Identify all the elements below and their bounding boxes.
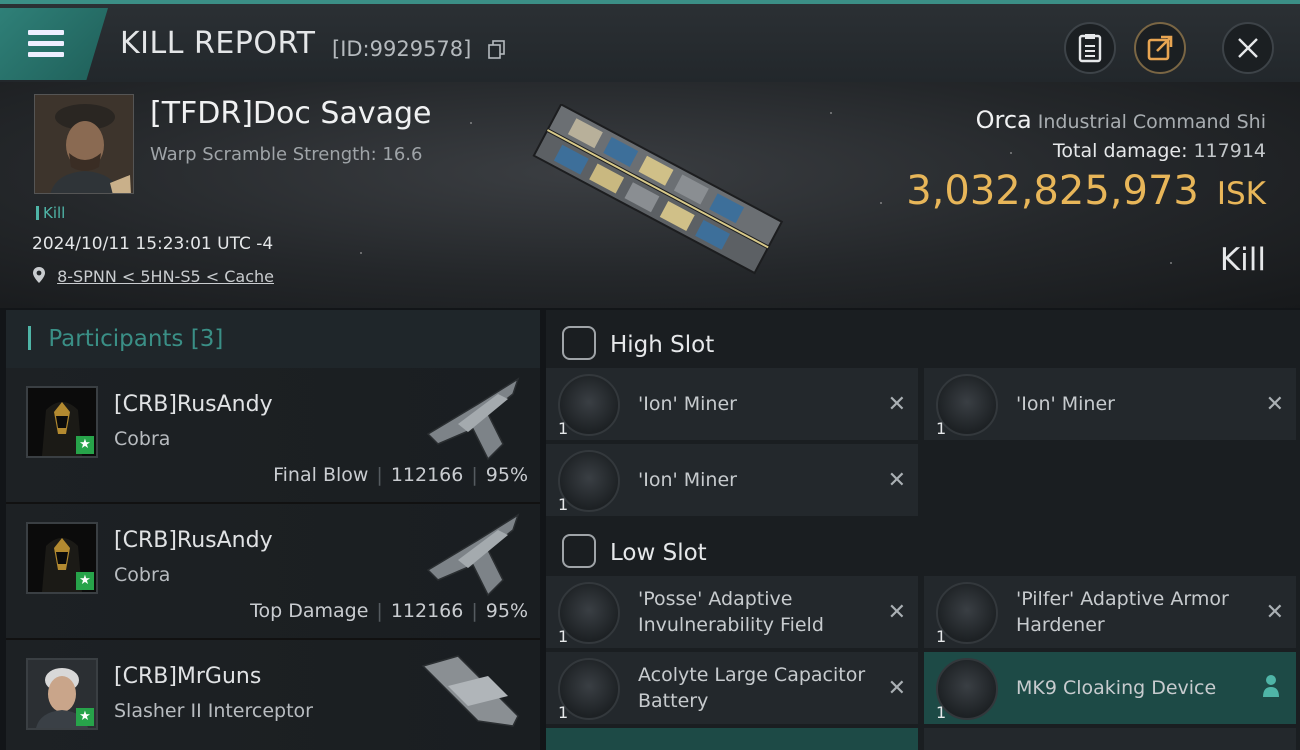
participant-ship-image bbox=[426, 513, 520, 597]
low-slot-label: Low Slot bbox=[610, 540, 707, 566]
dropped-person-icon bbox=[1263, 675, 1279, 697]
module-name: 'Ion' Miner bbox=[1016, 393, 1115, 415]
high-slot-icon bbox=[562, 326, 596, 360]
module-slot-partial[interactable] bbox=[546, 728, 918, 750]
module-quantity: 1 bbox=[936, 627, 947, 646]
participant-damage: 112166 bbox=[390, 464, 464, 486]
destroyed-x-icon: ✕ bbox=[887, 392, 906, 417]
module-slot-partial[interactable] bbox=[924, 728, 1296, 750]
participant-row[interactable]: ★ [CRB]RusAndy Cobra Top Damage | 112166 | 9… bbox=[6, 504, 540, 640]
participant-ship-image bbox=[426, 377, 520, 461]
total-damage-value: 117914 bbox=[1193, 140, 1266, 162]
participant-avatar[interactable]: ★ bbox=[26, 386, 98, 458]
participant-percent: 95% bbox=[485, 600, 528, 622]
module-slot[interactable]: 1 MK9 Cloaking Device bbox=[924, 652, 1296, 724]
module-slot[interactable]: 1 'Ion' Miner ✕ bbox=[924, 368, 1296, 440]
victim-ship: Orca Industrial Command Shi bbox=[976, 106, 1266, 134]
warp-scramble-strength: Warp Scramble Strength: 16.6 bbox=[150, 144, 423, 165]
participant-name[interactable]: [CRB]RusAndy bbox=[114, 392, 273, 417]
participant-ship: Cobra bbox=[114, 428, 171, 450]
isk-unit: ISK bbox=[1216, 176, 1266, 212]
share-icon bbox=[1147, 35, 1173, 61]
kill-timestamp: 2024/10/11 15:23:01 UTC -4 bbox=[32, 234, 274, 254]
star-badge-icon: ★ bbox=[76, 572, 94, 590]
header-bar: KILL REPORT [ID:9929578] bbox=[0, 0, 1300, 82]
participant-stats: Final Blow | 112166 | 95% bbox=[273, 464, 528, 486]
module-slot[interactable]: 1 'Ion' Miner ✕ bbox=[546, 444, 918, 516]
participant-avatar[interactable]: ★ bbox=[26, 658, 98, 730]
copy-icon[interactable] bbox=[488, 40, 506, 60]
result-label: Kill bbox=[1219, 242, 1266, 278]
module-name: MK9 Cloaking Device bbox=[1016, 677, 1217, 699]
participant-ship: Cobra bbox=[114, 564, 171, 586]
destroyed-x-icon: ✕ bbox=[887, 600, 906, 625]
report-id: [ID:9929578] bbox=[332, 37, 472, 61]
total-damage: Total damage: 117914 bbox=[1053, 140, 1266, 162]
module-quantity: 1 bbox=[558, 627, 569, 646]
module-slot[interactable]: 1 'Ion' Miner ✕ bbox=[546, 368, 918, 440]
kill-type-tag: Kill bbox=[36, 204, 65, 222]
high-slot-label: High Slot bbox=[610, 332, 715, 358]
fitting-panel: High Slot 1 'Ion' Miner ✕ 1 'Ion' Miner … bbox=[546, 310, 1300, 750]
participant-ship-image bbox=[421, 655, 519, 727]
module-quantity: 1 bbox=[936, 703, 947, 722]
participant-role: Final Blow bbox=[273, 464, 369, 486]
high-slot-header: High Slot bbox=[546, 310, 1300, 370]
star-badge-icon: ★ bbox=[76, 436, 94, 454]
module-quantity: 1 bbox=[558, 419, 569, 438]
participants-label: Participants bbox=[48, 326, 184, 352]
participant-damage: 112166 bbox=[390, 600, 464, 622]
participant-role: Top Damage bbox=[250, 600, 369, 622]
destroyed-x-icon: ✕ bbox=[1265, 392, 1284, 417]
destroyed-x-icon: ✕ bbox=[887, 676, 906, 701]
participant-stats: Top Damage | 112166 | 95% bbox=[250, 600, 528, 622]
map-pin-icon bbox=[33, 267, 45, 283]
kill-banner: [TFDR]Doc Savage Warp Scramble Strength:… bbox=[0, 82, 1300, 308]
participants-count: [3] bbox=[190, 326, 224, 352]
participant-row[interactable]: ★ [CRB]MrGuns Slasher II Interceptor bbox=[6, 640, 540, 750]
participant-row[interactable]: ★ [CRB]RusAndy Cobra Final Blow | 112166 | 9… bbox=[6, 368, 540, 504]
low-slot-header: Low Slot bbox=[546, 518, 1300, 578]
kill-location[interactable]: 8-SPNN < 5HN-S5 < Cache bbox=[32, 266, 274, 286]
isk-value: 3,032,825,973 ISK bbox=[906, 168, 1266, 214]
module-name: 'Ion' Miner bbox=[638, 469, 737, 491]
module-name: 'Ion' Miner bbox=[638, 393, 737, 415]
location-link[interactable]: 8-SPNN < 5HN-S5 < Cache bbox=[57, 267, 274, 286]
victim-portrait[interactable] bbox=[34, 94, 134, 194]
participant-name[interactable]: [CRB]MrGuns bbox=[114, 664, 261, 689]
victim-ship-image bbox=[532, 104, 784, 275]
share-button[interactable] bbox=[1134, 22, 1186, 74]
ship-name[interactable]: Orca bbox=[976, 106, 1032, 134]
report-button[interactable] bbox=[1064, 22, 1116, 74]
page-title: KILL REPORT bbox=[120, 26, 316, 61]
participant-percent: 95% bbox=[485, 464, 528, 486]
hamburger-icon bbox=[28, 30, 64, 60]
module-slot[interactable]: 1 'Pilfer' Adaptive Armor Hardener ✕ bbox=[924, 576, 1296, 648]
menu-button[interactable] bbox=[0, 8, 108, 80]
close-button[interactable] bbox=[1222, 22, 1274, 74]
participant-name[interactable]: [CRB]RusAndy bbox=[114, 528, 273, 553]
close-icon bbox=[1238, 38, 1258, 58]
module-slot[interactable]: 1 'Posse' Adaptive Invulnerability Field… bbox=[546, 576, 918, 648]
total-damage-label: Total damage: bbox=[1053, 140, 1188, 162]
star-badge-icon: ★ bbox=[76, 708, 94, 726]
low-slot-icon bbox=[562, 534, 596, 568]
module-quantity: 1 bbox=[936, 419, 947, 438]
module-name: 'Posse' Adaptive Invulnerability Field bbox=[638, 588, 824, 636]
participant-ship: Slasher II Interceptor bbox=[114, 700, 313, 722]
module-slot[interactable]: 1 Acolyte Large Capacitor Battery ✕ bbox=[546, 652, 918, 724]
isk-amount: 3,032,825,973 bbox=[906, 168, 1199, 214]
ship-class: Industrial Command Shi bbox=[1037, 111, 1266, 133]
destroyed-x-icon: ✕ bbox=[887, 468, 906, 493]
participants-header[interactable]: Participants [3] bbox=[6, 310, 540, 368]
module-name: 'Pilfer' Adaptive Armor Hardener bbox=[1016, 588, 1229, 636]
module-quantity: 1 bbox=[558, 495, 569, 514]
module-name: Acolyte Large Capacitor Battery bbox=[638, 664, 866, 712]
participants-panel: Participants [3] ★ [CRB]RusAndy Cobra Fi… bbox=[6, 310, 540, 750]
victim-name[interactable]: [TFDR]Doc Savage bbox=[150, 96, 431, 131]
clipboard-icon bbox=[1078, 34, 1102, 63]
module-quantity: 1 bbox=[558, 703, 569, 722]
participant-avatar[interactable]: ★ bbox=[26, 522, 98, 594]
destroyed-x-icon: ✕ bbox=[1265, 600, 1284, 625]
